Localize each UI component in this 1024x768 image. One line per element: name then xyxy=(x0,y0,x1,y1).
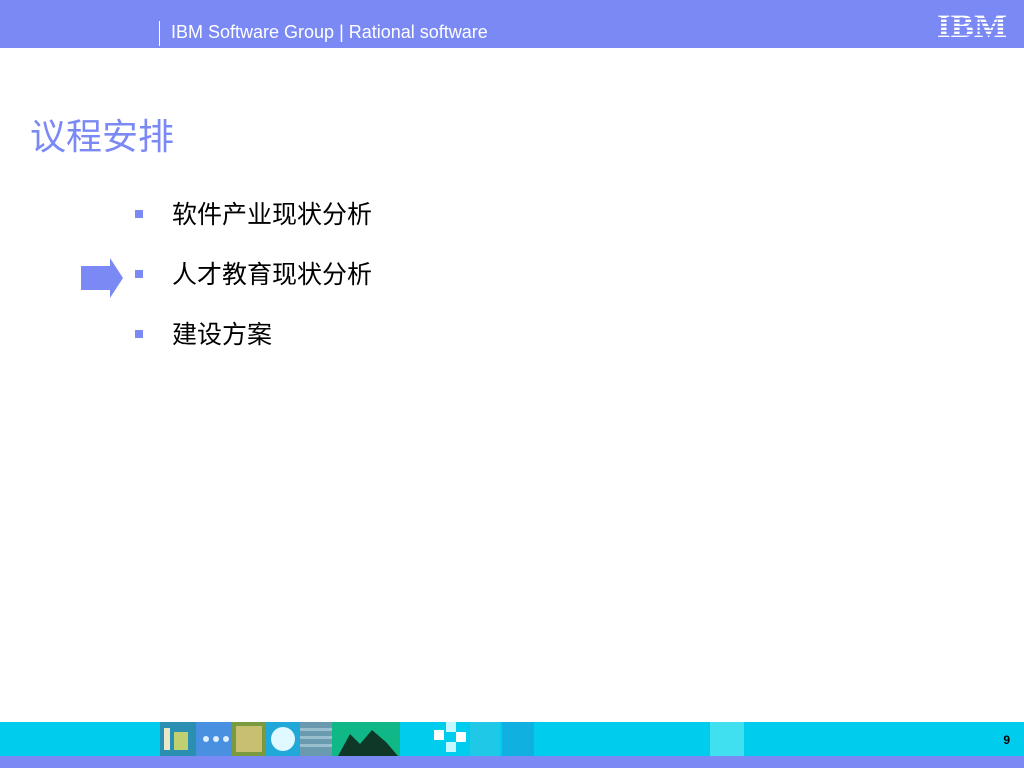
agenda-list: 软件产业现状分析 人才教育现状分析 建设方案 xyxy=(130,196,830,376)
agenda-item-text: 人才教育现状分析 xyxy=(172,260,373,289)
agenda-item: 软件产业现状分析 xyxy=(130,196,830,256)
header-bar: IBM Software Group | Rational software I… xyxy=(0,0,1024,48)
ibm-logo: IBM xyxy=(936,9,1008,39)
square-bullet-icon xyxy=(135,330,143,338)
agenda-item-text: 建设方案 xyxy=(172,320,273,349)
square-bullet-icon xyxy=(135,270,143,278)
header-title: IBM Software Group | Rational software xyxy=(171,22,488,42)
page-number: 9 xyxy=(1003,733,1010,747)
arrow-right-icon xyxy=(81,258,123,298)
agenda-item-current: 人才教育现状分析 xyxy=(130,256,830,316)
square-bullet-icon xyxy=(135,210,143,218)
agenda-item-text: 软件产业现状分析 xyxy=(172,200,373,229)
header-divider xyxy=(159,21,160,46)
agenda-item: 建设方案 xyxy=(130,316,830,376)
footer-image-strip xyxy=(160,722,744,756)
footer-band xyxy=(0,756,1024,768)
page-title: 议程安排 xyxy=(30,117,175,158)
